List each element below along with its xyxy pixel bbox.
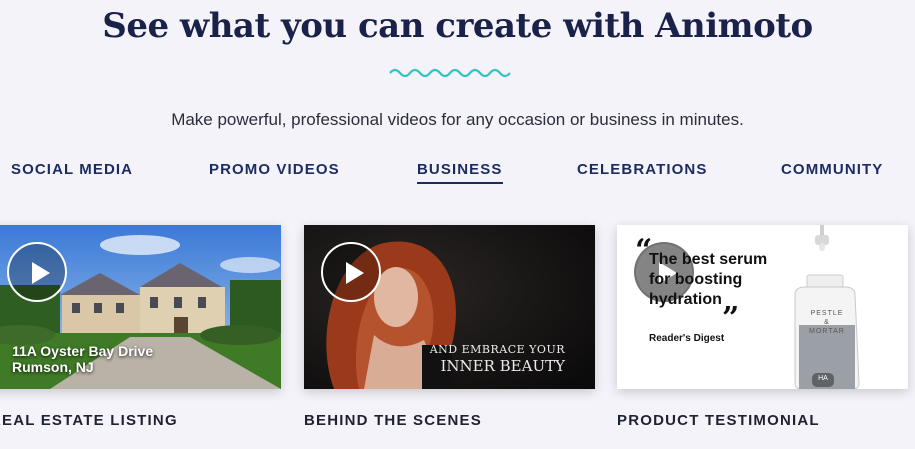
brand-ampersand: & (824, 319, 830, 326)
testimonial-source: Reader's Digest (649, 333, 725, 344)
bottle-mark: HA (818, 375, 828, 382)
page-subtitle: Make powerful, professional videos for a… (171, 110, 744, 129)
quote-close: ” (722, 301, 740, 336)
card-label[interactable]: BEHIND THE SCENES (304, 412, 482, 429)
card-label[interactable]: REAL ESTATE LISTING (0, 412, 178, 429)
tab-promo-videos[interactable]: PROMO VIDEOS (209, 161, 340, 182)
overlay-caption-bottom: INNER BEAUTY (440, 357, 565, 375)
video-card-behind-the-scenes: AND EMBRACE YOUR INNER BEAUTY BEHIND THE… (304, 225, 595, 429)
brand-line-1: PESTLE (810, 310, 844, 317)
listing-address: 11A Oyster Bay Drive (12, 343, 154, 359)
testimonial-quote: The best serum for boosting hydration (649, 251, 768, 308)
wave-divider (389, 68, 511, 78)
play-icon[interactable] (7, 242, 67, 302)
tab-community[interactable]: COMMUNITY (781, 161, 883, 182)
listing-city: Rumson, NJ (12, 359, 94, 375)
video-card-product-testimonial: “ The best serum for boosting hydration … (617, 225, 908, 429)
video-thumbnail-real-estate[interactable]: 11A Oyster Bay Drive Rumson, NJ (0, 225, 281, 389)
tab-social-media[interactable]: SOCIAL MEDIA (11, 161, 133, 182)
tab-business[interactable]: BUSINESS (417, 161, 503, 184)
overlay-caption-top: AND EMBRACE YOUR (429, 343, 565, 356)
brand-line-2: MORTAR (809, 328, 845, 335)
video-thumbnail-behind-the-scenes[interactable]: AND EMBRACE YOUR INNER BEAUTY (304, 225, 595, 389)
bottle-brand: PESTLE & MORTAR (800, 309, 854, 336)
tab-celebrations[interactable]: CELEBRATIONS (577, 161, 707, 182)
card-label[interactable]: PRODUCT TESTIMONIAL (617, 412, 820, 429)
page-title: See what you can create with Animoto (102, 6, 813, 46)
play-icon[interactable] (321, 242, 381, 302)
video-thumbnail-product-testimonial[interactable]: “ The best serum for boosting hydration … (617, 225, 908, 389)
video-card-real-estate: 11A Oyster Bay Drive Rumson, NJ REAL EST… (0, 225, 281, 429)
